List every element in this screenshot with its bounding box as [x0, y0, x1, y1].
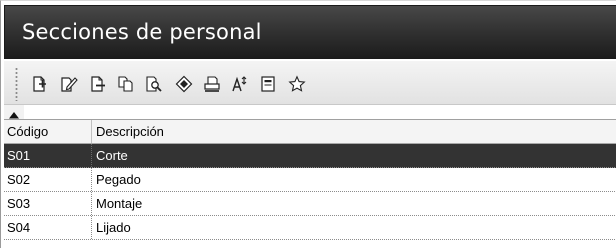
table-row[interactable]: S01 Corte: [4, 144, 616, 168]
table-row[interactable]: S04 Lijado: [4, 216, 616, 240]
grid-header: Código Descripción: [4, 120, 616, 144]
toolbar-grip[interactable]: [15, 67, 18, 101]
column-header-description[interactable]: Descripción: [92, 120, 616, 143]
row-description: Montaje: [96, 196, 143, 211]
toolbar: [4, 61, 616, 105]
copy-document-icon: [118, 76, 133, 92]
table-row[interactable]: S03 Montaje: [4, 192, 616, 216]
search-document-icon: [146, 76, 162, 92]
favorite-button[interactable]: [287, 73, 307, 95]
title-bar: Secciones de personal: [4, 5, 616, 59]
table-row[interactable]: S02 Pegado: [4, 168, 616, 192]
form-button[interactable]: [258, 73, 278, 95]
row-code: S02: [4, 168, 92, 191]
filter-button[interactable]: [174, 73, 194, 95]
delete-document-icon: [91, 76, 105, 92]
favorite-star-icon: [288, 75, 306, 92]
sections-grid: Código Descripción S01 Corte S02 Pegado …: [4, 119, 616, 248]
collapse-toolbar-button[interactable]: [4, 105, 24, 119]
new-button[interactable]: [30, 73, 50, 95]
row-code: S04: [4, 216, 92, 239]
sort-icon: [232, 76, 247, 92]
filter-icon: [175, 75, 193, 93]
edit-button[interactable]: [59, 73, 79, 95]
form-icon: [261, 76, 275, 92]
row-code: S03: [4, 192, 92, 215]
row-code: S01: [4, 144, 92, 167]
new-document-icon: [33, 76, 46, 92]
row-description: Corte: [96, 148, 128, 163]
sort-button[interactable]: [230, 73, 250, 95]
search-button[interactable]: [144, 73, 164, 95]
column-header-code[interactable]: Código: [4, 120, 92, 143]
row-description: Pegado: [96, 172, 141, 187]
edit-document-icon: [61, 77, 78, 92]
print-icon: [204, 76, 220, 92]
copy-button[interactable]: [116, 73, 136, 95]
row-description: Lijado: [96, 220, 131, 235]
window-title: Secciones de personal: [22, 20, 262, 44]
triangle-up-icon: [9, 112, 19, 119]
print-button[interactable]: [202, 73, 222, 95]
sections-window: Secciones de personal Código Descripción…: [0, 0, 616, 248]
delete-button[interactable]: [88, 73, 108, 95]
